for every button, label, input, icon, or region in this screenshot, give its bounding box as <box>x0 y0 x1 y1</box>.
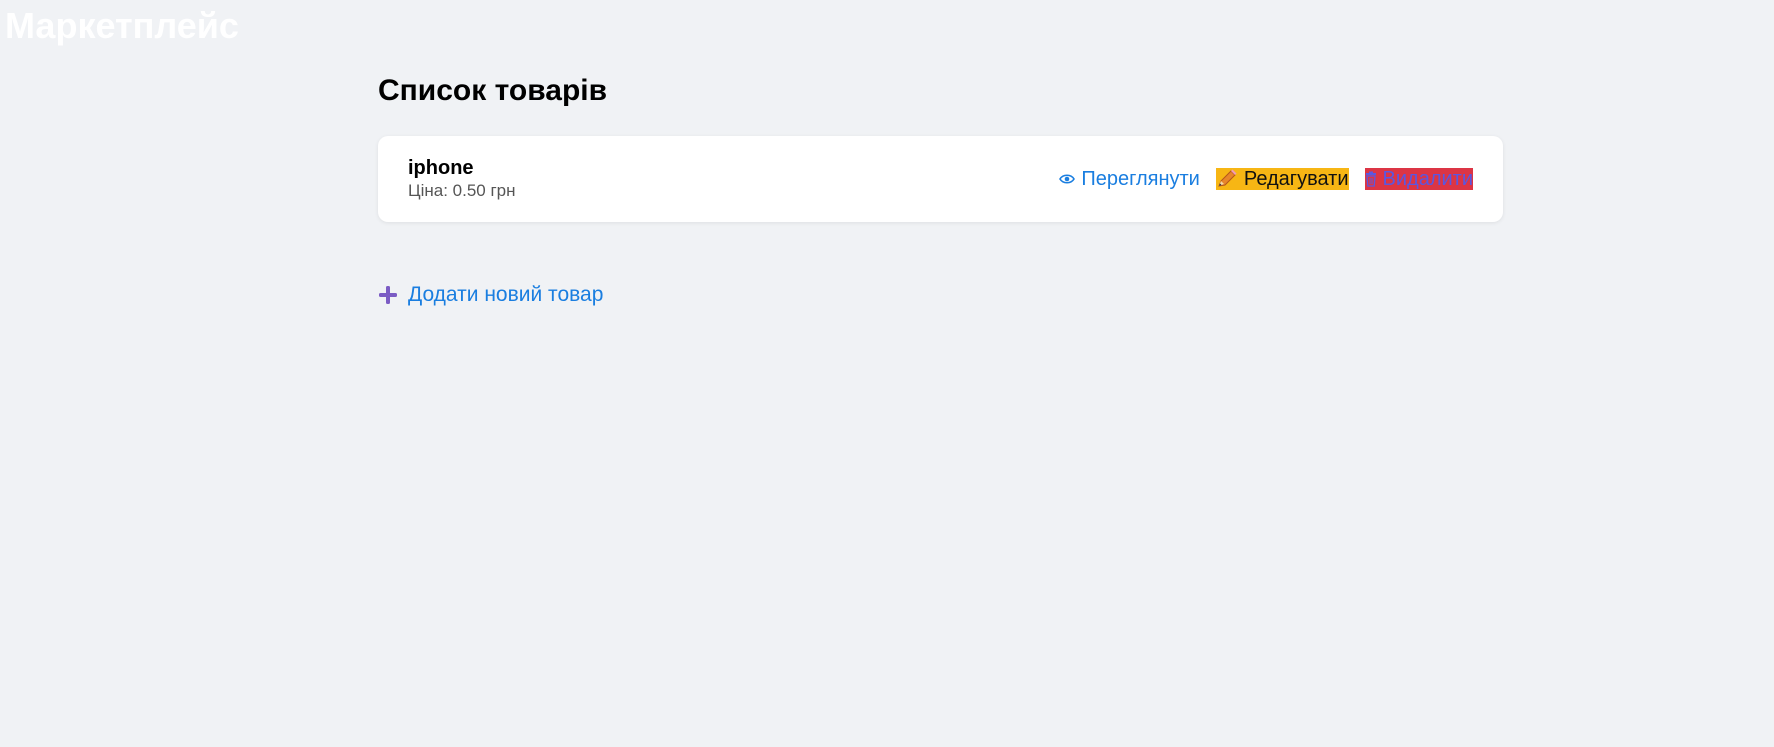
add-product-link[interactable]: Додати новий товар <box>378 282 603 308</box>
edit-button-label: Редагувати <box>1243 168 1349 190</box>
product-price: Ціна: 0.50 грн <box>408 181 516 200</box>
product-actions: Переглянути Редагувати Видалити <box>1059 168 1473 190</box>
pencil-icon <box>1216 169 1238 189</box>
product-name: iphone <box>408 157 474 179</box>
brand-logo[interactable]: Маркетплейс <box>5 4 239 48</box>
view-button-label: Переглянути <box>1081 168 1200 190</box>
view-button[interactable]: Переглянути <box>1059 168 1200 190</box>
main-content: Список товарів iphone Ціна: 0.50 грн Пер… <box>378 66 1503 310</box>
trash-icon <box>1365 171 1377 187</box>
page-title: Список товарів <box>378 74 608 107</box>
delete-button-label: Видалити <box>1382 168 1473 190</box>
product-card: iphone Ціна: 0.50 грн Переглянути Редагу… <box>378 136 1503 222</box>
eye-icon <box>1059 173 1076 185</box>
edit-button[interactable]: Редагувати <box>1215 168 1349 190</box>
product-info: iphone Ціна: 0.50 грн <box>408 156 516 202</box>
add-product-label: Додати новий товар <box>408 283 604 306</box>
delete-button[interactable]: Видалити <box>1364 168 1473 190</box>
plus-icon <box>378 285 398 305</box>
